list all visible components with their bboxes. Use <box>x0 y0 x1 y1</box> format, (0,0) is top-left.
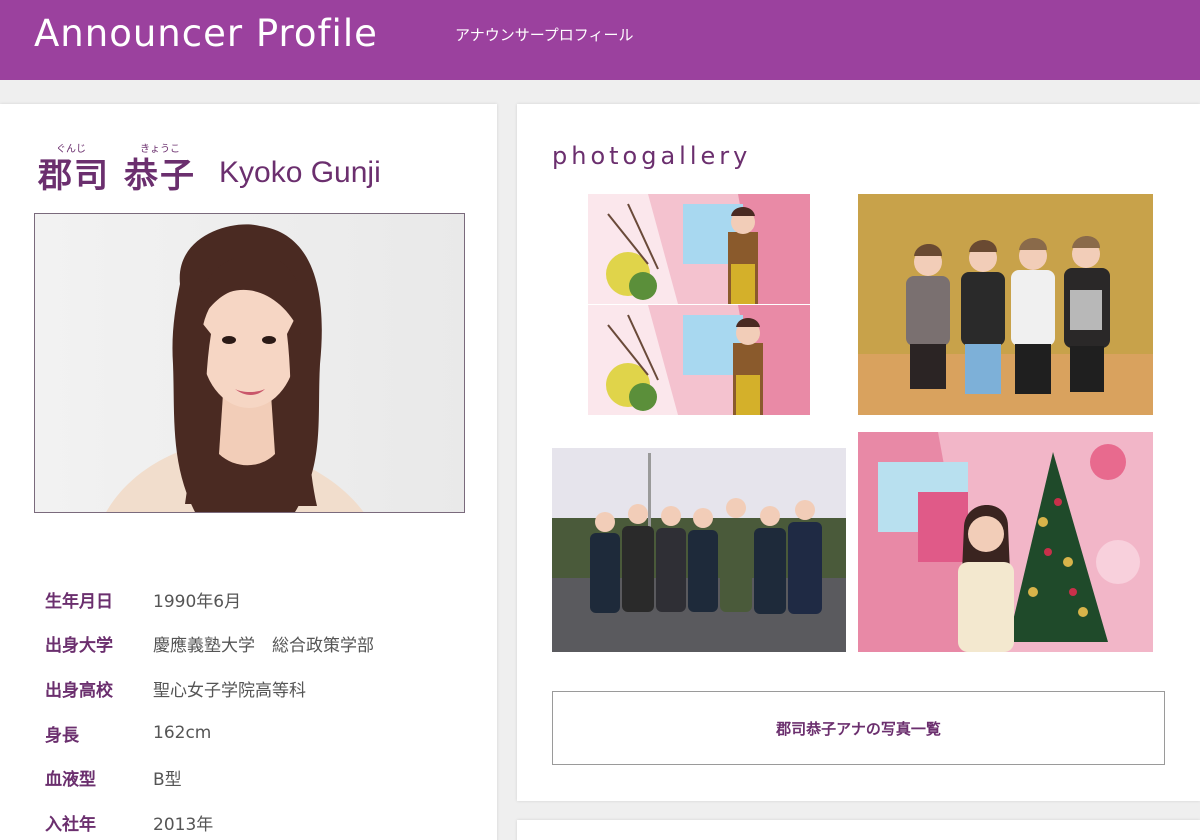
info-row-birthdate: 生年月日 1990年6月 <box>45 584 241 614</box>
portrait-photo <box>34 213 465 513</box>
info-value: 162cm <box>153 723 212 743</box>
name-given: 恭子 <box>124 156 196 196</box>
name-family: 郡司 <box>38 156 110 196</box>
info-row-high-school: 出身高校 聖心女子学院高等科 <box>45 673 306 703</box>
info-label: 身長 <box>45 725 79 746</box>
info-row-blood-type: 血液型 B型 <box>45 762 182 792</box>
photo-image <box>552 448 846 652</box>
header-subtitle: アナウンサープロフィール <box>455 26 634 44</box>
page-header: Announcer Profile アナウンサープロフィール <box>0 0 1200 80</box>
info-label: 入社年 <box>45 814 96 835</box>
next-section-panel <box>517 820 1200 840</box>
gallery-photo-4[interactable] <box>858 432 1153 652</box>
info-row-join-year: 入社年 2013年 <box>45 807 213 837</box>
view-all-photos-button[interactable]: 郡司恭子アナの写真一覧 <box>552 691 1165 765</box>
info-value: 1990年6月 <box>153 591 242 612</box>
info-value: B型 <box>153 769 182 790</box>
info-value: 聖心女子学院高等科 <box>153 680 306 701</box>
info-label: 血液型 <box>45 769 96 790</box>
gallery-title: photogallery <box>552 142 752 170</box>
photo-image <box>858 432 1153 652</box>
info-label: 生年月日 <box>45 591 113 612</box>
gallery-photo-1[interactable] <box>588 194 810 415</box>
gallery-photo-2[interactable] <box>858 194 1153 415</box>
photo-image <box>858 194 1153 415</box>
photo-image <box>588 194 810 415</box>
gallery-photo-3[interactable] <box>552 448 846 652</box>
info-label: 出身大学 <box>45 635 113 656</box>
info-value: 慶應義塾大学 総合政策学部 <box>153 635 374 656</box>
info-row-university: 出身大学 慶應義塾大学 総合政策学部 <box>45 628 374 658</box>
name-japanese: 郡司 恭子 <box>38 148 196 197</box>
name-english: Kyoko Gunji <box>219 156 381 189</box>
info-label: 出身高校 <box>45 680 113 701</box>
header-title: Announcer Profile <box>34 12 378 55</box>
info-value: 2013年 <box>153 814 214 835</box>
info-row-height: 身長 162cm <box>45 718 211 748</box>
portrait-image <box>35 214 464 512</box>
